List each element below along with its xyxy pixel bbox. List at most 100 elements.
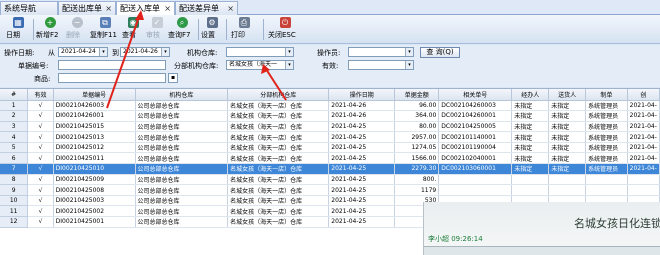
column-header[interactable]: 经办人 [511, 89, 550, 101]
table-cell: 名城女孩（海天一店）仓库 [227, 100, 330, 112]
table-cell: 未指定 [548, 142, 587, 154]
table-cell: 800. [394, 174, 440, 186]
table-cell: √ [27, 205, 54, 218]
table-row[interactable]: 9 √ DI00210425008 公司总部总仓库 名城女孩（海天一店）仓库 2021-0… [0, 184, 660, 196]
query-button[interactable]: 查 询(Q) [420, 47, 460, 58]
table-cell: 2021-04-25 [328, 205, 396, 218]
column-header[interactable]: 相关单号 [438, 89, 513, 101]
settings-button[interactable]: ⚙ 设置 [201, 17, 223, 42]
table-cell: 364.00 [394, 110, 440, 122]
close-icon[interactable]: × [105, 2, 112, 15]
table-cell: DC002104260001 [438, 110, 513, 122]
table-cell: 未指定 [511, 142, 550, 154]
table-row[interactable]: 4 √ DI00210425013 公司总部总仓库 名城女孩（海天一店）仓库 2021-0… [0, 131, 660, 143]
column-header[interactable]: 制单 [585, 89, 628, 101]
tab-delivery-diff[interactable]: 配送差异单 × [175, 1, 238, 15]
close-icon[interactable]: × [227, 2, 234, 15]
date-from-field[interactable]: 2021-04-24 ▾ [58, 47, 108, 57]
column-header[interactable]: # [0, 89, 29, 101]
table-cell: 未指定 [548, 100, 587, 112]
overlay-bar [424, 246, 660, 255]
table-row[interactable]: 1 √ DI00210426003 公司总部总仓库 名城女孩（海天一店）仓库 2021-0… [0, 100, 660, 112]
goods-field[interactable] [58, 73, 166, 83]
table-cell: DC002101190004 [438, 142, 513, 154]
table-row[interactable]: 8 √ DI00210425009 公司总部总仓库 名城女孩（海天一店）仓库 2021-0… [0, 174, 660, 186]
table-row[interactable]: 2 √ DI00210426001 公司总部总仓库 名城女孩（海天一店）仓库 2021-0… [0, 110, 660, 122]
table-cell: DC002104260003 [438, 100, 513, 112]
table-cell: 2021-04- [627, 110, 660, 122]
operator-select[interactable]: ▾ [348, 47, 414, 57]
chevron-down-icon[interactable]: ▾ [405, 48, 413, 56]
row-number: 3 [0, 121, 29, 133]
tab-label: 系统导航 [4, 4, 36, 13]
table-row[interactable]: 7 √ DI00210425010 公司总部总仓库 名城女孩（海天一店）仓库 2021-0… [0, 163, 660, 175]
table-cell: 公司总部总仓库 [135, 131, 229, 143]
date-to-field[interactable]: 2021-04-26 ▾ [120, 47, 170, 57]
table-cell [548, 184, 587, 196]
toolbar-divider [263, 19, 264, 40]
column-header[interactable]: 创 [627, 89, 660, 101]
print-button[interactable]: ⎙ 打印 [231, 17, 257, 42]
table-cell: 2021-04- [627, 121, 660, 133]
chevron-down-icon[interactable]: ▾ [99, 48, 107, 56]
branch-warehouse-select[interactable]: 名城女孩（海天一 ▾ [226, 60, 294, 70]
table-cell: DI00210426003 [53, 100, 136, 112]
table-row[interactable]: 6 √ DI00210425011 公司总部总仓库 名城女孩（海天一店）仓库 2021-0… [0, 152, 660, 165]
row-number: 1 [0, 100, 29, 112]
chevron-down-icon[interactable]: ▾ [405, 61, 413, 69]
add-button[interactable]: + 新增F2 [36, 17, 64, 42]
tab-delivery-in[interactable]: 配送入库单 × [116, 1, 175, 16]
column-header[interactable]: 机构仓库 [135, 89, 229, 101]
column-header[interactable]: 送货人 [548, 89, 587, 101]
delete-icon: − [71, 17, 83, 28]
chevron-down-icon[interactable]: ▾ [285, 48, 293, 56]
column-header[interactable]: 分部机构仓库 [227, 89, 330, 101]
docno-field[interactable] [58, 60, 166, 70]
search-button[interactable]: ⌕ 查询F7 [168, 17, 196, 42]
chevron-down-icon[interactable]: ▾ [285, 61, 293, 69]
table-cell: 名城女孩（海天一店）仓库 [227, 110, 330, 122]
valid-select[interactable]: ▾ [348, 60, 414, 70]
view-button[interactable]: ◉ 查看 [122, 17, 144, 42]
table-cell: DI00210425003 [53, 195, 136, 207]
table-cell: 名城女孩（海天一店）仓库 [227, 152, 330, 165]
delete-button[interactable]: − 删除 [66, 17, 88, 42]
column-header[interactable]: 单据编号 [53, 89, 136, 101]
table-cell: DC002104250005 [438, 121, 513, 133]
table-cell: 2021-04-26 [328, 110, 396, 122]
table-cell: 未指定 [511, 100, 550, 112]
column-header[interactable]: 单据金额 [394, 89, 440, 101]
table-cell: 未指定 [548, 152, 587, 165]
table-cell: 名城女孩（海天一店）仓库 [227, 174, 330, 186]
close-button[interactable]: ⏻ 关闭ESC [268, 17, 302, 42]
table-cell: 名城女孩（海天一店）仓库 [227, 121, 330, 133]
table-cell: √ [27, 100, 54, 112]
column-header[interactable]: 操作日期 [328, 89, 396, 101]
table-cell: 2957.00 [394, 131, 440, 143]
copy-button[interactable]: ⧉ 复制F11 [90, 17, 120, 42]
audit-button[interactable]: ✓ 审核 [146, 17, 168, 42]
tab-bar: 系统导航 配送出库单 × 配送入库单 × 配送差异单 × [0, 0, 660, 16]
table-cell: 1179 [394, 184, 440, 196]
close-icon[interactable]: × [164, 2, 171, 15]
add-icon: + [44, 17, 56, 28]
table-row[interactable]: 3 √ DI00210425015 公司总部总仓库 名城女孩（海天一店）仓库 2021-0… [0, 121, 660, 133]
warehouse-select[interactable]: ▾ [226, 47, 294, 57]
table-cell: 名城女孩（海天一店）仓库 [227, 216, 330, 228]
chevron-down-icon[interactable]: ▾ [161, 48, 169, 56]
column-header[interactable]: 有效 [27, 89, 54, 101]
tab-delivery-out[interactable]: 配送出库单 × [58, 1, 116, 15]
table-cell: 公司总部总仓库 [135, 216, 229, 228]
date-button[interactable]: ▦ 日期 [6, 17, 30, 42]
table-cell: DC002102040001 [438, 152, 513, 165]
close-icon: ⏻ [279, 17, 291, 28]
table-row[interactable]: 5 √ DI00210425012 公司总部总仓库 名城女孩（海天一店）仓库 2021-0… [0, 142, 660, 154]
row-number: 4 [0, 131, 29, 143]
tab-system-nav[interactable]: 系统导航 [0, 1, 58, 15]
toolbar: ▦ 日期 + 新增F2 − 删除 ⧉ 复制F11 ◉ 查看 ✓ 审核 ⌕ 查询F7 ⚙ 设置 ⎙… [0, 15, 660, 44]
goods-picker-icon[interactable]: ▪ [168, 73, 178, 83]
toolbar-divider [226, 19, 227, 40]
table-cell: 2021-04-25 [328, 184, 396, 196]
table-cell: 2021-04-25 [328, 121, 396, 133]
row-number: 11 [0, 205, 29, 218]
